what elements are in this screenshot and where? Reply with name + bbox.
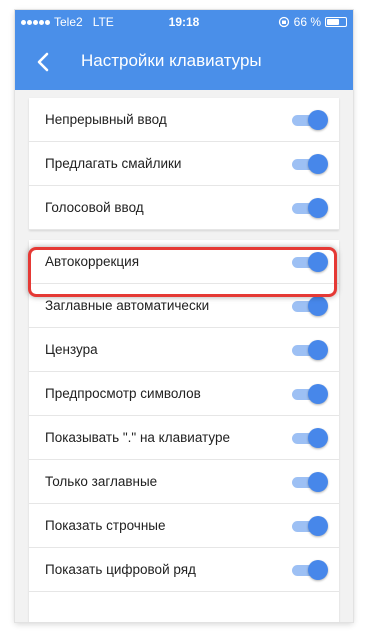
setting-row[interactable]: Предпросмотр символов — [29, 372, 339, 416]
switch-thumb — [308, 472, 328, 492]
setting-label: Заглавные автоматически — [45, 298, 210, 313]
switch-thumb — [308, 428, 328, 448]
setting-switch[interactable] — [292, 251, 328, 273]
switch-thumb — [308, 198, 328, 218]
setting-label: Показать цифровой ряд — [45, 562, 196, 577]
setting-label: Предпросмотр символов — [45, 386, 201, 401]
page-title: Настройки клавиатуры — [81, 51, 262, 70]
setting-row[interactable]: Только заглавные — [29, 460, 339, 504]
setting-row[interactable]: Цензура — [29, 328, 339, 372]
setting-switch[interactable] — [292, 295, 328, 317]
setting-label: Цензура — [45, 342, 98, 357]
phone-screen: Tele2 LTE 19:18 66 % Настройки клавиатур… — [15, 10, 353, 622]
switch-thumb — [308, 154, 328, 174]
switch-thumb — [308, 560, 328, 580]
app-bar: Настройки клавиатуры — [15, 34, 353, 90]
setting-label: Голосовой ввод — [45, 200, 144, 215]
switch-thumb — [308, 340, 328, 360]
switch-thumb — [308, 252, 328, 272]
setting-switch[interactable] — [292, 427, 328, 449]
setting-row[interactable]: Показывать "." на клавиатуре — [29, 416, 339, 460]
setting-label: Показать строчные — [45, 518, 166, 533]
setting-switch[interactable] — [292, 339, 328, 361]
status-right: 66 % — [278, 15, 347, 29]
setting-label: Непрерывный ввод — [45, 112, 167, 127]
setting-row[interactable]: Показать цифровой ряд — [29, 548, 339, 592]
settings-group-correction: Автокоррекция Заглавные автоматически Ценз… — [29, 240, 339, 622]
setting-row[interactable]: Автокоррекция — [29, 240, 339, 284]
settings-group-input: Непрерывный ввод Предлагать смайлики Голос… — [29, 98, 339, 230]
setting-row[interactable]: Непрерывный ввод — [29, 98, 339, 142]
switch-thumb — [308, 516, 328, 536]
back-button[interactable] — [27, 46, 59, 78]
setting-switch[interactable] — [292, 471, 328, 493]
setting-label: Только заглавные — [45, 474, 158, 489]
setting-switch[interactable] — [292, 197, 328, 219]
setting-switch[interactable] — [292, 559, 328, 581]
setting-label: Предлагать смайлики — [45, 156, 182, 171]
switch-thumb — [308, 296, 328, 316]
setting-row[interactable]: Заглавные автоматически — [29, 284, 339, 328]
setting-label: Автокоррекция — [45, 254, 139, 269]
orientation-lock-icon — [278, 16, 289, 28]
setting-switch[interactable] — [292, 153, 328, 175]
setting-switch[interactable] — [292, 109, 328, 131]
setting-switch[interactable] — [292, 515, 328, 537]
setting-row[interactable]: Показать строчные — [29, 504, 339, 548]
switch-thumb — [308, 384, 328, 404]
chevron-left-icon — [37, 52, 49, 72]
setting-row[interactable]: Предлагать смайлики — [29, 142, 339, 186]
setting-switch[interactable] — [292, 383, 328, 405]
setting-row[interactable]: Голосовой ввод — [29, 186, 339, 230]
setting-label: Показывать "." на клавиатуре — [45, 430, 230, 445]
battery-percent: 66 % — [293, 15, 321, 29]
switch-thumb — [308, 110, 328, 130]
battery-icon — [325, 17, 347, 27]
status-bar: Tele2 LTE 19:18 66 % — [15, 10, 353, 34]
